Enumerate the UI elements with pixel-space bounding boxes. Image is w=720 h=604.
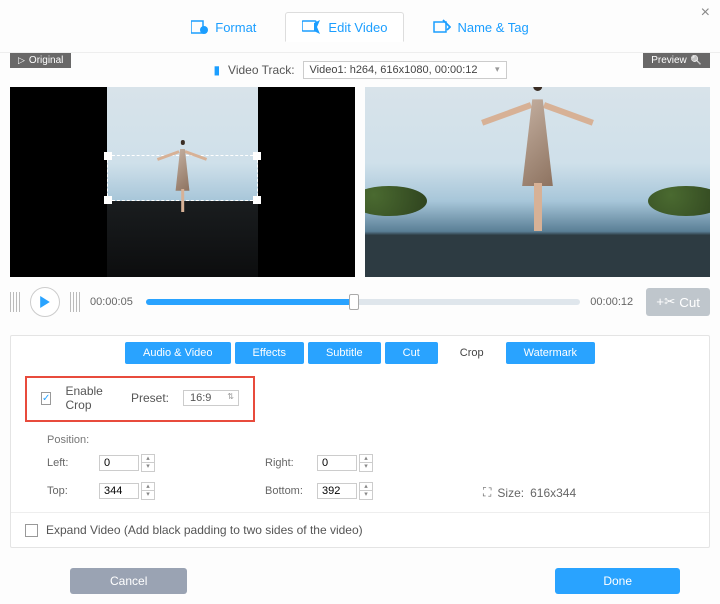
playback-row: 00:00:05 00:00:12 +✂ Cut	[0, 277, 720, 331]
position-block: Position: Left: ▴▾ Top: ▴▾ Right: ▴▾ Bot…	[11, 428, 709, 512]
subtab-watermark[interactable]: Watermark	[506, 342, 595, 364]
expand-video-checkbox[interactable]	[25, 524, 38, 537]
enable-crop-label: Enable Crop	[65, 384, 117, 412]
position-title: Position:	[47, 434, 681, 446]
left-input[interactable]	[99, 455, 139, 471]
video-panes	[0, 87, 720, 277]
tab-name-tag[interactable]: Name & Tag	[416, 12, 545, 42]
track-select-value: Video1: h264, 616x1080, 00:00:12	[310, 64, 478, 76]
name-tag-icon	[433, 19, 451, 35]
enable-crop-row: ✓ Enable Crop Preset: 16:9	[25, 376, 255, 422]
cut-button[interactable]: +✂ Cut	[646, 288, 710, 316]
preview-badge-label: Preview	[651, 55, 687, 66]
grip-left-icon	[10, 292, 20, 312]
done-button[interactable]: Done	[555, 568, 680, 594]
original-badge[interactable]: Original	[10, 53, 71, 68]
expand-video-row: Expand Video (Add black padding to two s…	[11, 512, 709, 547]
cancel-button[interactable]: Cancel	[70, 568, 187, 594]
bottom-label: Bottom:	[265, 485, 309, 497]
tab-edit-video-label: Edit Video	[328, 20, 387, 35]
footer: Cancel Done	[0, 558, 720, 604]
tab-edit-video[interactable]: Edit Video	[285, 12, 404, 42]
bottom-stepper[interactable]: ▴▾	[359, 482, 373, 500]
dimensions-icon: ⛶	[483, 485, 491, 500]
right-label: Right:	[265, 457, 309, 469]
person-figure	[498, 87, 578, 231]
left-label: Left:	[47, 457, 91, 469]
film-icon: ▮	[213, 63, 220, 77]
expand-video-label: Expand Video (Add black padding to two s…	[46, 523, 363, 537]
tab-format-label: Format	[215, 20, 256, 35]
subtab-audio-video[interactable]: Audio & Video	[125, 342, 231, 364]
size-label: Size:	[497, 486, 524, 500]
tab-format[interactable]: Format	[174, 12, 273, 42]
track-select[interactable]: Video1: h264, 616x1080, 00:00:12	[303, 61, 507, 79]
subtab-cut[interactable]: Cut	[385, 342, 438, 364]
enable-crop-checkbox[interactable]: ✓	[41, 392, 51, 405]
original-pane[interactable]	[10, 87, 355, 277]
close-icon[interactable]: ×	[701, 4, 710, 22]
subtab-crop[interactable]: Crop	[442, 342, 502, 364]
preset-label: Preset:	[131, 391, 169, 405]
format-icon	[191, 19, 209, 35]
time-total: 00:00:12	[590, 296, 636, 308]
preview-badge[interactable]: Preview	[643, 53, 710, 68]
top-stepper[interactable]: ▴▾	[141, 482, 155, 500]
subtab-effects[interactable]: Effects	[235, 342, 304, 364]
preview-pane[interactable]	[365, 87, 710, 277]
subtab-subtitle[interactable]: Subtitle	[308, 342, 381, 364]
left-stepper[interactable]: ▴▾	[141, 454, 155, 472]
scissors-icon: +✂	[656, 294, 675, 310]
right-stepper[interactable]: ▴▾	[359, 454, 373, 472]
play-button[interactable]	[30, 287, 60, 317]
slider-thumb[interactable]	[349, 294, 359, 310]
sub-tabs: Audio & Video Effects Subtitle Cut Crop …	[11, 336, 709, 370]
person-figure	[165, 140, 201, 212]
preset-value: 16:9	[190, 392, 211, 404]
time-current: 00:00:05	[90, 296, 136, 308]
edit-video-icon	[302, 19, 322, 35]
edit-panel: Audio & Video Effects Subtitle Cut Crop …	[10, 335, 710, 548]
track-label: Video Track:	[228, 63, 294, 77]
track-row: ▮ Video Track: Video1: h264, 616x1080, 0…	[0, 53, 720, 87]
tab-name-tag-label: Name & Tag	[457, 20, 528, 35]
cut-button-label: Cut	[679, 295, 700, 310]
right-input[interactable]	[317, 455, 357, 471]
size-value: 616x344	[530, 486, 576, 500]
top-tabs: Format Edit Video Name & Tag	[0, 0, 720, 53]
top-label: Top:	[47, 485, 91, 497]
preset-select[interactable]: 16:9	[183, 390, 239, 406]
grip-right-icon	[70, 292, 80, 312]
top-input[interactable]	[99, 483, 139, 499]
bottom-input[interactable]	[317, 483, 357, 499]
original-badge-label: Original	[29, 55, 63, 66]
timeline-slider[interactable]	[146, 299, 580, 305]
